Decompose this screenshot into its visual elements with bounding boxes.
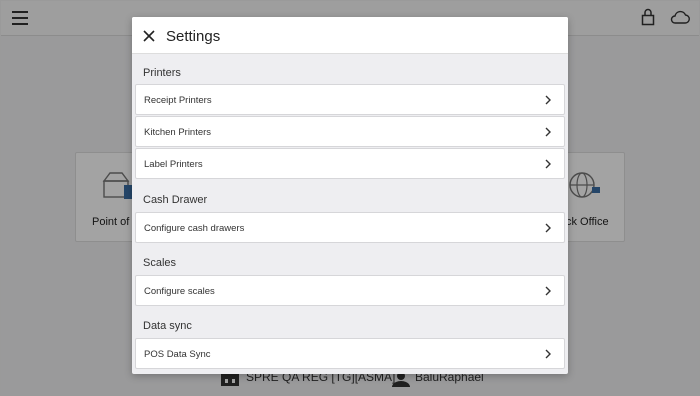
- row-label: Configure scales: [144, 286, 215, 297]
- chevron-right-icon: [545, 127, 551, 137]
- close-icon[interactable]: [138, 25, 160, 47]
- section-title-cash-drawer: Cash Drawer: [143, 194, 208, 206]
- row-label: Kitchen Printers: [144, 127, 212, 138]
- kitchen-printers-row[interactable]: Kitchen Printers: [135, 116, 565, 147]
- dialog-title: Settings: [166, 28, 221, 45]
- row-label: POS Data Sync: [144, 349, 211, 360]
- chevron-right-icon: [545, 223, 551, 233]
- chevron-right-icon: [545, 95, 551, 105]
- label-printers-row[interactable]: Label Printers: [135, 148, 565, 179]
- pos-data-sync-row[interactable]: POS Data Sync: [135, 338, 565, 369]
- chevron-right-icon: [545, 349, 551, 359]
- section-title-scales: Scales: [143, 257, 177, 269]
- configure-scales-row[interactable]: Configure scales: [135, 275, 565, 306]
- receipt-printers-row[interactable]: Receipt Printers: [135, 84, 565, 115]
- chevron-right-icon: [545, 159, 551, 169]
- configure-cash-drawers-row[interactable]: Configure cash drawers: [135, 212, 565, 243]
- row-label: Configure cash drawers: [144, 223, 245, 234]
- section-title-data-sync: Data sync: [143, 320, 192, 332]
- settings-dialog: Settings Printers Receipt Printers Kitch…: [132, 17, 568, 374]
- row-label: Label Printers: [144, 159, 203, 170]
- row-label: Receipt Printers: [144, 95, 212, 106]
- dialog-header: Settings: [132, 17, 568, 54]
- chevron-right-icon: [545, 286, 551, 296]
- section-title-printers: Printers: [143, 67, 181, 79]
